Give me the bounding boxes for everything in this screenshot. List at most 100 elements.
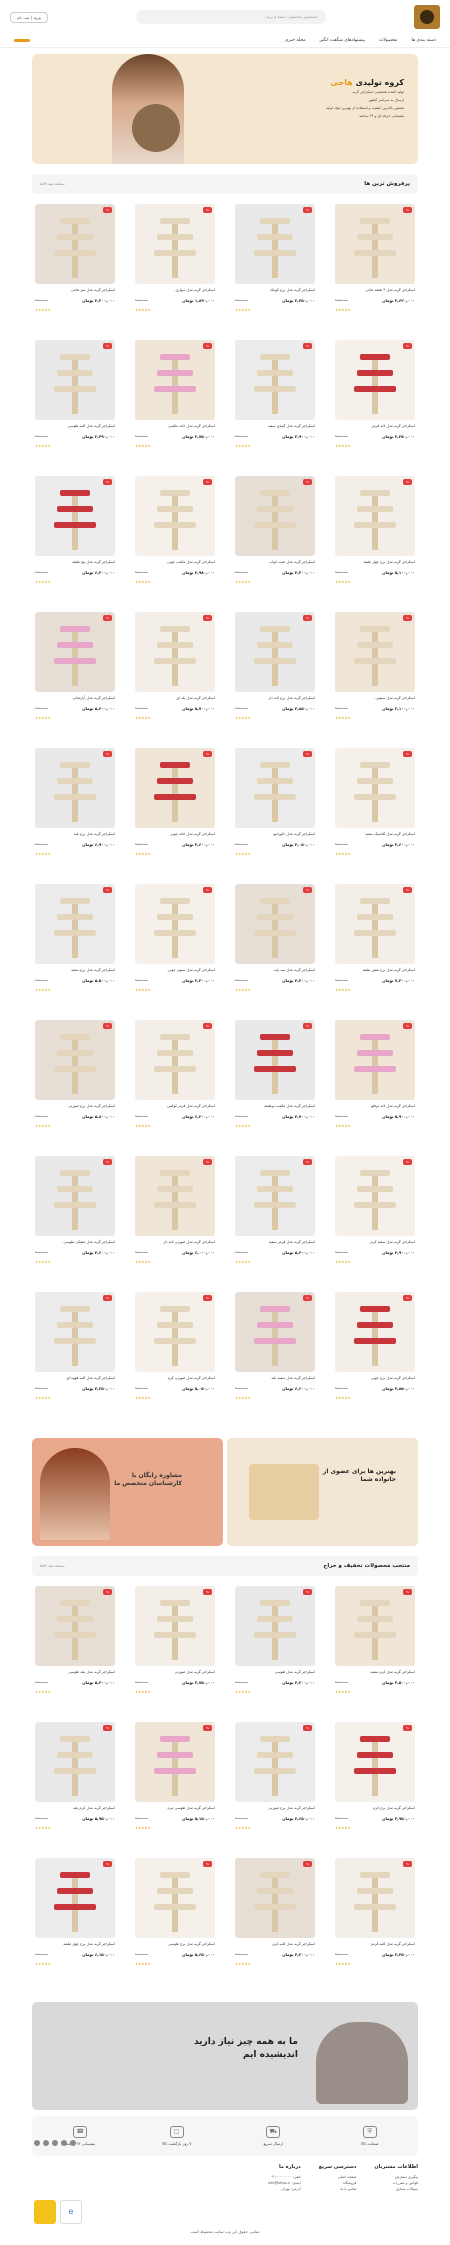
product-name[interactable]: اسکراچر گربه مدل صورتی لانه دار <box>135 1240 215 1245</box>
telegram-icon[interactable] <box>34 2140 40 2146</box>
product-image[interactable]: % <box>335 612 415 692</box>
product-card[interactable]: % اسکراچر گربه مدل طوسی تیره ۵,۱۵۰,۰۰۰ توم… <box>132 1722 218 1854</box>
product-card[interactable]: % اسکراچر گربه مدل کلبه قرمز ۳,۴۵۰,۰۰۰ توم… <box>332 1858 418 1990</box>
product-name[interactable]: اسکراچر گربه مدل پنج طبقه <box>35 560 115 565</box>
product-card[interactable]: % اسکراچر گربه مدل گنبدی سفید ۳,۹۰۰,۰۰۰ تو… <box>232 340 318 472</box>
product-card[interactable]: % اسکراچر گربه مدل سفید کرم ۴,۹۰۰,۰۰۰ توما… <box>332 1156 418 1288</box>
nav-item-products[interactable]: محصولات <box>379 38 397 43</box>
product-card[interactable]: % اسکراچر گربه مدل ستونی ۴,۱۰۰,۰۰۰ تومان ۴,… <box>332 612 418 744</box>
product-image[interactable]: % <box>35 1156 115 1236</box>
product-image[interactable]: % <box>235 1292 315 1372</box>
product-name[interactable]: اسکراچر گربه مدل برج صورتی <box>235 1806 315 1811</box>
product-name[interactable]: اسکراچر گربه مدل پله ای <box>135 696 215 701</box>
product-card[interactable]: % اسکراچر گربه مدل سفید بلند ۶,۶۰۰,۰۰۰ توم… <box>232 1292 318 1424</box>
product-name[interactable]: اسکراچر گربه مدل برج چهار طبقه <box>35 1942 115 1947</box>
product-card[interactable]: % اسکراچر گربه مدل برج صورتی ۵,۸۰۰,۰۰۰ توم… <box>32 1020 118 1152</box>
product-image[interactable]: % <box>35 1020 115 1100</box>
product-card[interactable]: % اسکراچر گربه مدل کلبه کرم ۳,۲۰۰,۰۰۰ توما… <box>232 1858 318 1990</box>
product-image[interactable]: % <box>235 1858 315 1938</box>
product-image[interactable]: % <box>135 1586 215 1666</box>
product-card[interactable]: % اسکراچر گربه مدل کلاسیک سفید ۳,۶۰۰,۰۰۰ ت… <box>332 748 418 880</box>
product-card[interactable]: % اسکراچر گربه مدل میز هاجی ۲,۲۰۰,۰۰۰ توما… <box>32 204 118 336</box>
product-card[interactable]: % اسکراچر گربه مدل مشکی طوسی ۴,۶۰۰,۰۰۰ توم… <box>32 1156 118 1288</box>
footer-link[interactable]: سوالات متداول <box>374 2186 418 2192</box>
product-image[interactable]: % <box>35 612 115 692</box>
footer-link[interactable]: تماس با ما <box>319 2186 356 2192</box>
product-image[interactable]: % <box>35 1722 115 1802</box>
product-image[interactable]: % <box>235 1156 315 1236</box>
product-name[interactable]: اسکراچر گربه مدل کرم بلند <box>35 1806 115 1811</box>
product-image[interactable]: % <box>235 476 315 556</box>
product-card[interactable]: % اسکراچر گربه مدل لانه قرمز ۴,۳۵۰,۰۰۰ توم… <box>332 340 418 472</box>
product-card[interactable]: % اسکراچر گربه مدل برج صورتی ۴,۶۵۰,۰۰۰ توم… <box>232 1722 318 1854</box>
product-image[interactable]: % <box>35 204 115 284</box>
product-image[interactable]: % <box>235 884 315 964</box>
product-card[interactable]: % اسکراچر گربه مدل قرمز سفید ۵,۴۰۰,۰۰۰ توم… <box>232 1156 318 1288</box>
product-name[interactable]: اسکراچر گربه مدل برج بلند <box>35 832 115 837</box>
see-all-link[interactable]: مشاهده همه کالاها <box>40 1564 65 1568</box>
product-image[interactable]: % <box>35 748 115 828</box>
product-name[interactable]: اسکراچر گربه مدل تخت خواب <box>235 560 315 565</box>
product-card[interactable]: % اسکراچر گربه مدل برج کوچک ۲,۴۵۰,۰۰۰ توما… <box>232 204 318 336</box>
product-name[interactable]: اسکراچر گربه مدل ستونی <box>335 696 415 701</box>
product-image[interactable]: % <box>335 1292 415 1372</box>
product-image[interactable]: % <box>35 884 115 964</box>
search-input[interactable]: جستجوی محصول، دسته و برند... <box>135 10 326 24</box>
login-button[interactable]: ورود | ثبت نام <box>10 11 48 23</box>
product-name[interactable]: اسکراچر گربه مدل قرمز لوکس <box>135 1104 215 1109</box>
product-image[interactable]: % <box>135 476 215 556</box>
product-name[interactable]: اسکراچر گربه مدل قرمز سفید <box>235 1240 315 1245</box>
product-name[interactable]: اسکراچر گربه مدل کلبه قهوه ای <box>35 1376 115 1381</box>
twitter-icon[interactable] <box>70 2140 76 2146</box>
product-card[interactable]: % اسکراچر گربه مدل برج چهار طبقه ۵,۱۰۰,۰۰۰… <box>332 476 418 608</box>
product-name[interactable]: اسکراچر گربه مدل طوسی تیره <box>135 1806 215 1811</box>
product-card[interactable]: % اسکراچر گربه مدل لانه دوقلو ۵,۹۰۰,۰۰۰ تو… <box>332 1020 418 1152</box>
product-image[interactable]: % <box>35 476 115 556</box>
product-card[interactable]: % اسکراچر گربه مدل مکعب چوبی ۲,۹۸۰,۰۰۰ توم… <box>132 476 218 608</box>
product-card[interactable]: % اسکراچر گربه مدل ستون چوبی ۲,۳۰۰,۰۰۰ توم… <box>132 884 218 1016</box>
product-image[interactable]: % <box>35 340 115 420</box>
product-name[interactable]: اسکراچر گربه مدل ستون چوبی <box>135 968 215 973</box>
product-image[interactable]: % <box>135 1722 215 1802</box>
product-name[interactable]: اسکراچر گربه مدل ۳ طبقه هاجی <box>335 288 415 293</box>
product-name[interactable]: اسکراچر گربه مدل برج کوچک <box>235 288 315 293</box>
product-name[interactable]: اسکراچر گربه مدل لانه دوقلو <box>335 1104 415 1109</box>
product-image[interactable]: % <box>35 1858 115 1938</box>
product-card[interactable]: % اسکراچر گربه مدل صورتی کرم ۵,۰۵۰,۰۰۰ توم… <box>132 1292 218 1424</box>
product-name[interactable]: اسکراچر گربه مدل برج چهار طبقه <box>335 560 415 565</box>
product-card[interactable]: % اسکراچر گربه مدل ۳ طبقه هاجی ۳,۶۲۰,۰۰۰ ت… <box>332 204 418 336</box>
product-name[interactable]: اسکراچر گربه مدل دیواری <box>135 288 215 293</box>
product-card[interactable]: % اسکراچر گربه مدل برج چهار طبقه ۶,۱۵۰,۰۰۰… <box>32 1858 118 1990</box>
product-name[interactable]: اسکراچر گربه مدل مشکی طوسی <box>35 1240 115 1245</box>
product-image[interactable]: % <box>235 612 315 692</box>
product-name[interactable]: اسکراچر گربه مدل خانه مکعبی <box>135 424 215 429</box>
see-all-link[interactable]: مشاهده همه کالاها <box>40 182 65 186</box>
product-image[interactable]: % <box>335 340 415 420</box>
product-image[interactable]: % <box>335 1722 415 1802</box>
bottom-banner[interactable]: ما به همه چیز نیاز دارید اندیشیده ایم <box>32 2002 418 2110</box>
product-name[interactable]: اسکراچر گربه مدل کلاسیک سفید <box>335 832 415 837</box>
product-card[interactable]: % اسکراچر گربه مدل خانه مکعبی ۲,۷۵۰,۰۰۰ تو… <box>132 340 218 472</box>
product-card[interactable]: % اسکراچر گربه مدل دیواری ۱,۸۹۰,۰۰۰ تومان ۲… <box>132 204 218 336</box>
product-card[interactable]: % اسکراچر گربه مدل مکعب دوطبقه ۴,۷۰۰,۰۰۰ ت… <box>232 1020 318 1152</box>
product-name[interactable]: اسکراچر گربه مدل مکعب دوطبقه <box>235 1104 315 1109</box>
whatsapp-icon[interactable] <box>52 2140 58 2146</box>
product-name[interactable]: اسکراچر گربه مدل صورتی کرم <box>135 1376 215 1381</box>
nav-item-offers[interactable]: پیشنهادهای شگفت انگیز <box>320 38 365 43</box>
product-card[interactable]: % اسکراچر گربه مدل پنج طبقه ۶,۴۰۰,۰۰۰ توما… <box>32 476 118 608</box>
product-name[interactable]: اسکراچر گربه مدل سه پایه <box>235 968 315 973</box>
product-name[interactable]: اسکراچر گربه مدل کلبه قرمز <box>335 1942 415 1947</box>
product-name[interactable]: اسکراچر گربه مدل برج شش طبقه <box>335 968 415 973</box>
product-name[interactable]: اسکراچر گربه مدل برج طوسی <box>135 1942 215 1947</box>
product-image[interactable]: % <box>235 1020 315 1100</box>
product-name[interactable]: اسکراچر گربه مدل خانه چوبی <box>135 832 215 837</box>
product-image[interactable]: % <box>135 1292 215 1372</box>
product-name[interactable]: اسکراچر گربه مدل کلبه طوسی <box>35 424 115 429</box>
product-image[interactable]: % <box>35 1586 115 1666</box>
product-card[interactable]: % اسکراچر گربه مدل برج کرم ۳,۹۵۰,۰۰۰ تومان… <box>332 1722 418 1854</box>
product-card[interactable]: % اسکراچر گربه مدل قرمز لوکس ۶,۲۰۰,۰۰۰ توم… <box>132 1020 218 1152</box>
product-image[interactable]: % <box>135 1858 215 1938</box>
product-image[interactable]: % <box>135 1156 215 1236</box>
promo-banner-left[interactable]: مشاوره رایگان با کارشناسان متخصص ما <box>32 1438 223 1546</box>
nav-item-categories[interactable]: دسته بندی ها <box>411 38 436 43</box>
